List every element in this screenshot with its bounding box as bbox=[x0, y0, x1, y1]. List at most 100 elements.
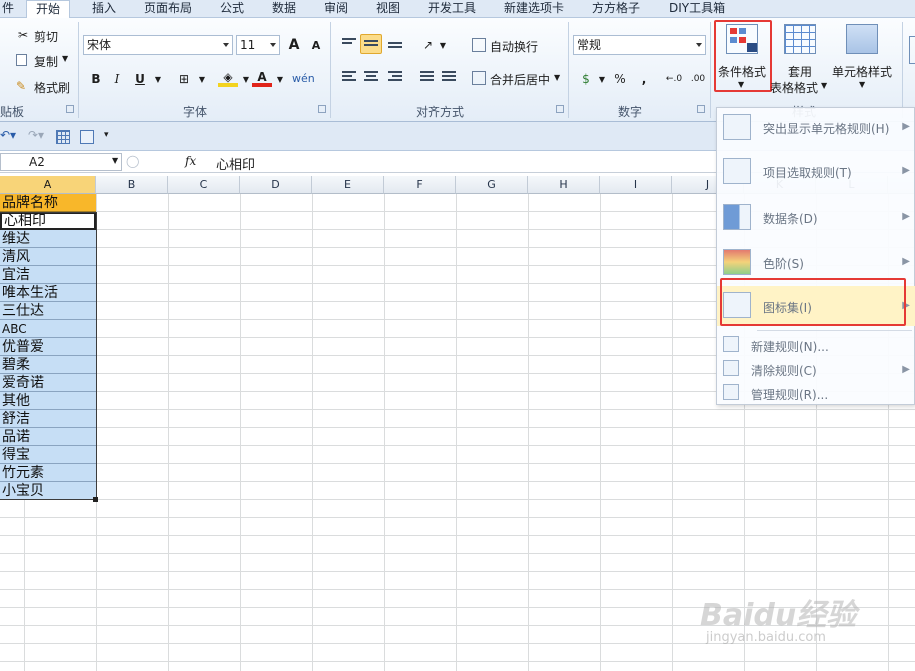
accounting-dropdown-icon[interactable]: ▼ bbox=[592, 70, 612, 90]
align-bottom-icon[interactable] bbox=[388, 42, 402, 54]
column-header-b[interactable]: B bbox=[96, 176, 168, 194]
undo-icon[interactable]: ↶▾ bbox=[0, 128, 16, 142]
number-launcher-icon[interactable] bbox=[697, 105, 705, 113]
tab-page-layout[interactable]: 页面布局 bbox=[142, 0, 194, 18]
font-size-combo[interactable]: 11 bbox=[236, 35, 280, 55]
tab-diy-toolbox[interactable]: DIY工具箱 bbox=[667, 0, 727, 18]
table-row[interactable]: 碧柔 bbox=[0, 356, 96, 374]
alignment-launcher-icon[interactable] bbox=[556, 105, 564, 113]
column-header-d[interactable]: D bbox=[240, 176, 312, 194]
wrap-text-button[interactable]: 自动换行 bbox=[490, 38, 538, 55]
cell-style-button[interactable]: 单元格样式 bbox=[832, 63, 892, 80]
table-row[interactable]: 小宝贝 bbox=[0, 482, 96, 500]
table-format-dropdown-icon[interactable]: ▼ bbox=[821, 81, 827, 90]
name-box-dropdown-icon[interactable]: ▼ bbox=[112, 156, 118, 165]
underline-button[interactable]: U bbox=[130, 69, 150, 89]
tab-formulas[interactable]: 公式 bbox=[218, 0, 246, 18]
border-dropdown-icon[interactable]: ▼ bbox=[192, 70, 212, 90]
tab-view[interactable]: 视图 bbox=[374, 0, 402, 18]
tab-insert[interactable]: 插入 bbox=[90, 0, 118, 18]
cell-style-dropdown-icon[interactable]: ▼ bbox=[859, 80, 865, 89]
tab-home[interactable]: 开始 bbox=[26, 0, 70, 19]
font-name-combo[interactable]: 宋体 bbox=[83, 35, 233, 55]
fill-color-button[interactable]: ◈ bbox=[218, 67, 238, 87]
column-header-e[interactable]: E bbox=[312, 176, 384, 194]
column-header-h[interactable]: H bbox=[528, 176, 600, 194]
form-icon[interactable] bbox=[80, 130, 94, 144]
font-color-dropdown-icon[interactable]: ▼ bbox=[270, 70, 290, 90]
phonetic-button[interactable]: wén bbox=[292, 69, 315, 89]
tab-developer[interactable]: 开发工具 bbox=[426, 0, 478, 18]
menu-item-highlight-rules[interactable]: 突出显示单元格规则(H) ▶ bbox=[717, 110, 915, 146]
menu-item-top-bottom-rules[interactable]: 项目选取规则(T) ▶ bbox=[717, 154, 915, 190]
table-format-label-2[interactable]: 表格格式 bbox=[770, 79, 818, 96]
cut-button[interactable]: 剪切 bbox=[34, 28, 58, 45]
table-row[interactable]: ABC bbox=[0, 320, 96, 338]
redo-icon[interactable]: ↷▾ bbox=[28, 128, 44, 142]
table-row[interactable]: 宜洁 bbox=[0, 266, 96, 284]
insert-cells-partial-icon[interactable] bbox=[909, 36, 915, 64]
formula-input[interactable]: 心相印 bbox=[216, 154, 255, 173]
column-header-a[interactable]: A bbox=[0, 176, 96, 194]
table-row[interactable]: 爱奇诺 bbox=[0, 374, 96, 392]
table-row[interactable]: 维达 bbox=[0, 230, 96, 248]
align-left-icon[interactable] bbox=[342, 71, 356, 83]
comma-button[interactable]: , bbox=[634, 69, 654, 89]
copy-dropdown-arrow-icon[interactable]: ▼ bbox=[62, 54, 68, 63]
table-row[interactable]: 其他 bbox=[0, 392, 96, 410]
table-row[interactable]: 三仕达 bbox=[0, 302, 96, 320]
table-row[interactable]: 唯本生活 bbox=[0, 284, 96, 302]
align-top-icon[interactable] bbox=[342, 38, 356, 50]
bold-button[interactable]: B bbox=[86, 69, 106, 89]
table-row[interactable]: 品诺 bbox=[0, 428, 96, 446]
border-button[interactable]: ⊞ bbox=[174, 69, 194, 89]
table-row[interactable]: 竹元素 bbox=[0, 464, 96, 482]
table-format-button[interactable]: 套用 bbox=[788, 63, 812, 80]
table-row[interactable]: 得宝 bbox=[0, 446, 96, 464]
increase-decimal-button[interactable]: ←.0 bbox=[664, 69, 684, 89]
menu-item-manage-rules[interactable]: 管理规则(R)... bbox=[717, 382, 915, 404]
increase-indent-icon[interactable] bbox=[442, 71, 456, 83]
menu-item-clear-rules[interactable]: 清除规则(C) ▶ bbox=[717, 358, 915, 380]
table-row[interactable]: 清风 bbox=[0, 248, 96, 266]
insert-function-button[interactable]: fx bbox=[185, 154, 196, 168]
tab-review[interactable]: 审阅 bbox=[322, 0, 350, 18]
align-middle-button[interactable] bbox=[360, 34, 382, 54]
column-header-g[interactable]: G bbox=[456, 176, 528, 194]
merge-center-button[interactable]: 合并后居中 bbox=[490, 71, 550, 88]
cell-a1-header[interactable]: 品牌名称 bbox=[0, 194, 96, 212]
shrink-font-button[interactable]: A bbox=[306, 36, 326, 56]
underline-dropdown-icon[interactable]: ▼ bbox=[148, 70, 168, 90]
decrease-decimal-button[interactable]: .00 bbox=[688, 69, 708, 89]
number-format-combo[interactable]: 常规 bbox=[573, 35, 706, 55]
name-box[interactable]: A2 bbox=[0, 153, 122, 171]
font-launcher-icon[interactable] bbox=[318, 105, 326, 113]
menu-item-new-rule[interactable]: 新建规则(N)... bbox=[717, 334, 915, 356]
column-header-i[interactable]: I bbox=[600, 176, 672, 194]
tab-file-partial[interactable]: 件 bbox=[0, 0, 20, 18]
customize-qat-icon[interactable]: ▾ bbox=[104, 130, 109, 140]
column-header-f[interactable]: F bbox=[384, 176, 456, 194]
tab-data[interactable]: 数据 bbox=[270, 0, 298, 18]
table-row[interactable]: 舒洁 bbox=[0, 410, 96, 428]
table-icon[interactable] bbox=[56, 130, 70, 144]
clipboard-launcher-icon[interactable] bbox=[66, 105, 74, 113]
italic-button[interactable]: I bbox=[107, 69, 127, 89]
cell-a2-active[interactable]: 心相印 bbox=[0, 212, 96, 230]
orientation-dropdown-icon[interactable]: ▼ bbox=[433, 36, 453, 56]
percent-button[interactable]: % bbox=[610, 69, 630, 89]
align-center-icon[interactable] bbox=[364, 71, 378, 83]
copy-button[interactable]: 复制 bbox=[34, 53, 58, 70]
table-row[interactable]: 优普爱 bbox=[0, 338, 96, 356]
menu-item-color-scales[interactable]: 色阶(S) ▶ bbox=[717, 245, 915, 281]
menu-item-data-bars[interactable]: 数据条(D) ▶ bbox=[717, 200, 915, 236]
decrease-indent-icon[interactable] bbox=[420, 71, 434, 83]
grow-font-button[interactable]: A bbox=[284, 35, 304, 55]
merge-dropdown-icon[interactable]: ▼ bbox=[554, 73, 560, 82]
font-color-button[interactable]: A bbox=[252, 67, 272, 87]
format-painter-button[interactable]: 格式刷 bbox=[34, 79, 70, 96]
column-header-c[interactable]: C bbox=[168, 176, 240, 194]
tab-fangfang[interactable]: 方方格子 bbox=[590, 0, 642, 18]
fill-handle-icon[interactable] bbox=[93, 497, 98, 502]
tab-new-tab[interactable]: 新建选项卡 bbox=[502, 0, 566, 18]
